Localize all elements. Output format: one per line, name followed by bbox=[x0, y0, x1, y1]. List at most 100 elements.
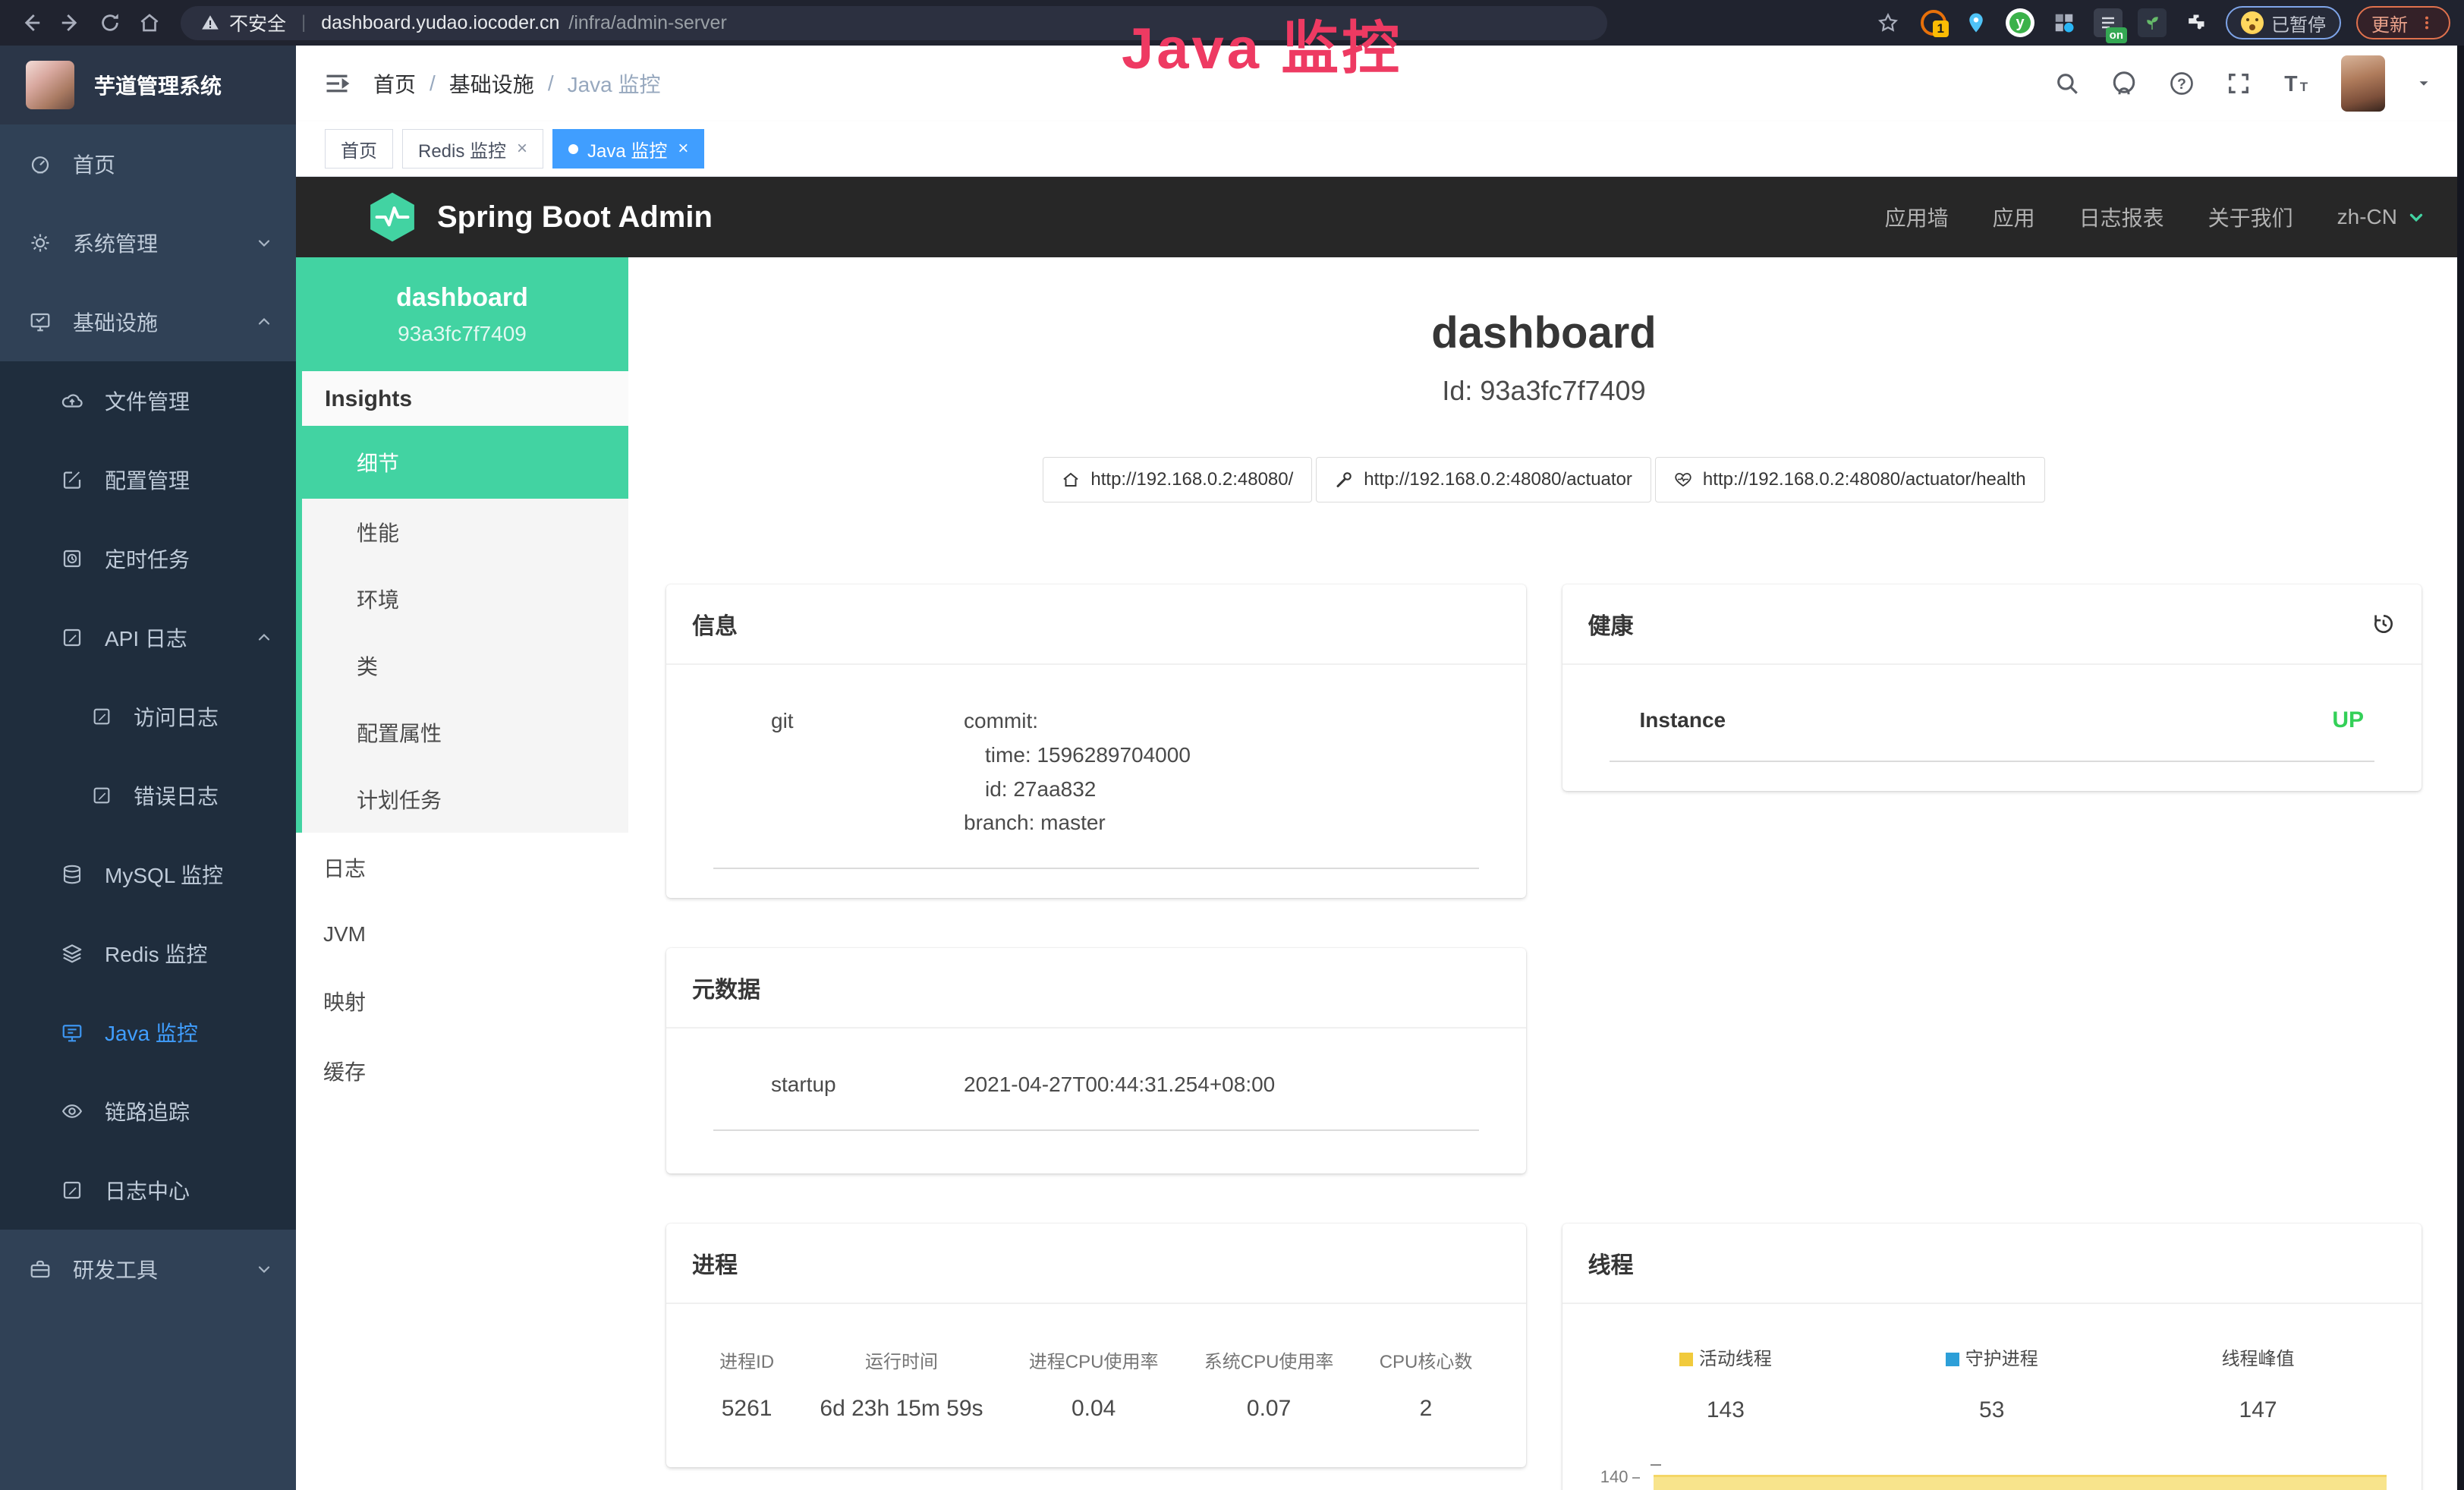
service-url-button[interactable]: http://192.168.0.2:48080/ bbox=[1043, 457, 1312, 502]
info-value: commit: time: 1596289704000 id: 27aa832 … bbox=[964, 704, 1191, 840]
hamburger-button[interactable] bbox=[323, 70, 351, 97]
health-instance-row: Instance UP bbox=[1610, 704, 2375, 733]
sba-side-item-details[interactable]: 细节 bbox=[302, 426, 628, 499]
sidebar-item-config-manage[interactable]: 配置管理 bbox=[0, 440, 296, 519]
health-url-button[interactable]: http://192.168.0.2:48080/actuator/health bbox=[1655, 457, 2045, 502]
github-button[interactable] bbox=[2110, 70, 2138, 97]
update-label: 更新 bbox=[2371, 10, 2408, 36]
help-button[interactable]: ? bbox=[2168, 70, 2195, 97]
tab-java-monitor[interactable]: Java 监控 × bbox=[552, 129, 704, 169]
browser-window: 不安全 | dashboard.yudao.iocoder.cn/infra/a… bbox=[0, 0, 2464, 1490]
info-key: git bbox=[713, 704, 964, 840]
instance-links: http://192.168.0.2:48080/ http://192.168… bbox=[666, 457, 2422, 502]
daemon-threads-value: 53 bbox=[1858, 1397, 2125, 1423]
breadcrumb-separator: / bbox=[548, 71, 554, 96]
tab-redis-monitor[interactable]: Redis 监控 × bbox=[402, 129, 543, 169]
browser-home-button[interactable] bbox=[132, 5, 167, 40]
tab-label: Java 监控 bbox=[587, 136, 667, 162]
user-avatar[interactable] bbox=[2341, 55, 2385, 112]
extension-sprout-icon[interactable] bbox=[2138, 8, 2167, 37]
sidebar-item-redis-monitor[interactable]: Redis 监控 bbox=[0, 914, 296, 993]
process-header: 系统CPU使用率 bbox=[1204, 1347, 1334, 1373]
search-button[interactable] bbox=[2054, 71, 2080, 96]
font-size-button[interactable]: TT bbox=[2282, 71, 2311, 96]
user-menu-caret[interactable] bbox=[2415, 75, 2432, 92]
sba-side-item-config-props[interactable]: 配置属性 bbox=[302, 699, 628, 766]
sidebar-item-mysql-monitor[interactable]: MySQL 监控 bbox=[0, 835, 296, 914]
sba-side-item-logs[interactable]: 日志 bbox=[296, 833, 628, 903]
sidebar-item-error-log[interactable]: 错误日志 bbox=[0, 756, 296, 835]
live-threads-area bbox=[1654, 1475, 2387, 1490]
sidebar-item-label: Redis 监控 bbox=[105, 938, 207, 969]
actuator-url-button[interactable]: http://192.168.0.2:48080/actuator bbox=[1316, 457, 1651, 502]
browser-forward-button[interactable] bbox=[53, 5, 88, 40]
sba-group-label: Insights bbox=[302, 371, 628, 426]
tags-view-bar: 首页 Redis 监控 × Java 监控 × bbox=[296, 121, 2464, 177]
sba-instance-header: dashboard 93a3fc7f7409 bbox=[296, 257, 628, 371]
git-id-line: id: 27aa832 bbox=[964, 773, 1191, 807]
process-card: 进程 进程ID 5261 运行时间 bbox=[666, 1224, 1526, 1467]
sidebar-item-log-center[interactable]: 日志中心 bbox=[0, 1151, 296, 1230]
sidebar-item-system[interactable]: 系统管理 bbox=[0, 203, 296, 282]
sidebar-item-home[interactable]: 首页 bbox=[0, 124, 296, 203]
sba-nav-applications[interactable]: 应用 bbox=[1993, 202, 2035, 232]
svg-text:T: T bbox=[2300, 80, 2308, 94]
y-axis-tick: 140 bbox=[1593, 1467, 1640, 1487]
extensions-puzzle-icon[interactable] bbox=[2182, 8, 2211, 37]
sba-language-label: zh-CN bbox=[2337, 205, 2397, 229]
bookmark-star-button[interactable] bbox=[1871, 5, 1905, 40]
breadcrumb-home[interactable]: 首页 bbox=[373, 68, 416, 99]
sba-side-item-mappings[interactable]: 映射 bbox=[296, 966, 628, 1036]
sba-nav-journal[interactable]: 日志报表 bbox=[2079, 202, 2164, 232]
sidebar-item-label: 研发工具 bbox=[73, 1254, 158, 1284]
threads-area-chart: 140 120 100 bbox=[1593, 1463, 2392, 1490]
sba-nav: 应用墙 应用 日志报表 关于我们 zh-CN bbox=[1885, 202, 2426, 232]
sidebar-item-api-log[interactable]: API 日志 bbox=[0, 598, 296, 677]
instance-title: dashboard bbox=[666, 307, 2422, 358]
sba-instance-id: 93a3fc7f7409 bbox=[398, 322, 527, 346]
annotation-java-monitor: Java 监控 bbox=[1122, 2, 1402, 85]
sba-side-item-environment[interactable]: 环境 bbox=[302, 565, 628, 632]
instance-id-subtitle: Id: 93a3fc7f7409 bbox=[666, 375, 2422, 407]
extension-refresh-icon[interactable]: 1 bbox=[1921, 10, 1946, 36]
tab-close-icon[interactable]: × bbox=[517, 138, 527, 159]
extension-on-badge: on bbox=[2106, 27, 2127, 43]
sba-nav-about[interactable]: 关于我们 bbox=[2208, 202, 2293, 232]
extension-list-on-icon[interactable]: on bbox=[2094, 8, 2123, 37]
fullscreen-button[interactable] bbox=[2226, 71, 2252, 96]
sba-side-item-caches[interactable]: 缓存 bbox=[296, 1036, 628, 1106]
tab-home[interactable]: 首页 bbox=[325, 129, 393, 169]
sba-side-item-classes[interactable]: 类 bbox=[302, 632, 628, 699]
sidebar-item-dev-tools[interactable]: 研发工具 bbox=[0, 1230, 296, 1309]
sidebar-item-scheduled-job[interactable]: 定时任务 bbox=[0, 519, 296, 598]
extension-grid-icon[interactable] bbox=[2050, 8, 2079, 37]
chrome-update-button[interactable]: 更新 bbox=[2356, 6, 2450, 39]
sidebar-item-file-manage[interactable]: 文件管理 bbox=[0, 361, 296, 440]
sba-side-item-metrics[interactable]: 性能 bbox=[302, 499, 628, 565]
tab-paused-pill[interactable]: 已暂停 bbox=[2226, 6, 2341, 39]
breadcrumb-infra[interactable]: 基础设施 bbox=[449, 68, 534, 99]
url-path: /infra/admin-server bbox=[568, 12, 726, 34]
sba-side-item-jvm[interactable]: JVM bbox=[296, 903, 628, 966]
cards-grid: 信息 git commit: time: 1596289704000 id: 2… bbox=[666, 584, 2422, 1490]
tab-close-icon[interactable]: × bbox=[678, 138, 688, 159]
health-history-button[interactable] bbox=[2371, 612, 2396, 636]
sidebar-item-java-monitor[interactable]: Java 监控 bbox=[0, 993, 296, 1072]
extension-pin-icon[interactable] bbox=[1962, 8, 1990, 37]
row-divider bbox=[713, 1129, 1479, 1131]
sba-nav-wallboard[interactable]: 应用墙 bbox=[1885, 202, 1949, 232]
row-divider bbox=[713, 868, 1479, 869]
wrench-icon bbox=[1335, 471, 1353, 489]
sidebar-item-access-log[interactable]: 访问日志 bbox=[0, 677, 296, 756]
metadata-value: 2021-04-27T00:44:31.254+08:00 bbox=[964, 1068, 1275, 1102]
sidebar-item-infra[interactable]: 基础设施 bbox=[0, 282, 296, 361]
metadata-card-header: 元数据 bbox=[666, 948, 1526, 1029]
tab-label: 首页 bbox=[341, 136, 377, 162]
sba-side-item-scheduled-tasks[interactable]: 计划任务 bbox=[302, 766, 628, 833]
sidebar-item-trace[interactable]: 链路追踪 bbox=[0, 1072, 296, 1151]
sba-language-select[interactable]: zh-CN bbox=[2337, 205, 2426, 229]
legend-daemon-threads: 守护进程 bbox=[1858, 1344, 2125, 1370]
extension-y-icon[interactable]: y bbox=[2006, 8, 2034, 37]
browser-back-button[interactable] bbox=[14, 5, 49, 40]
browser-reload-button[interactable] bbox=[93, 5, 127, 40]
